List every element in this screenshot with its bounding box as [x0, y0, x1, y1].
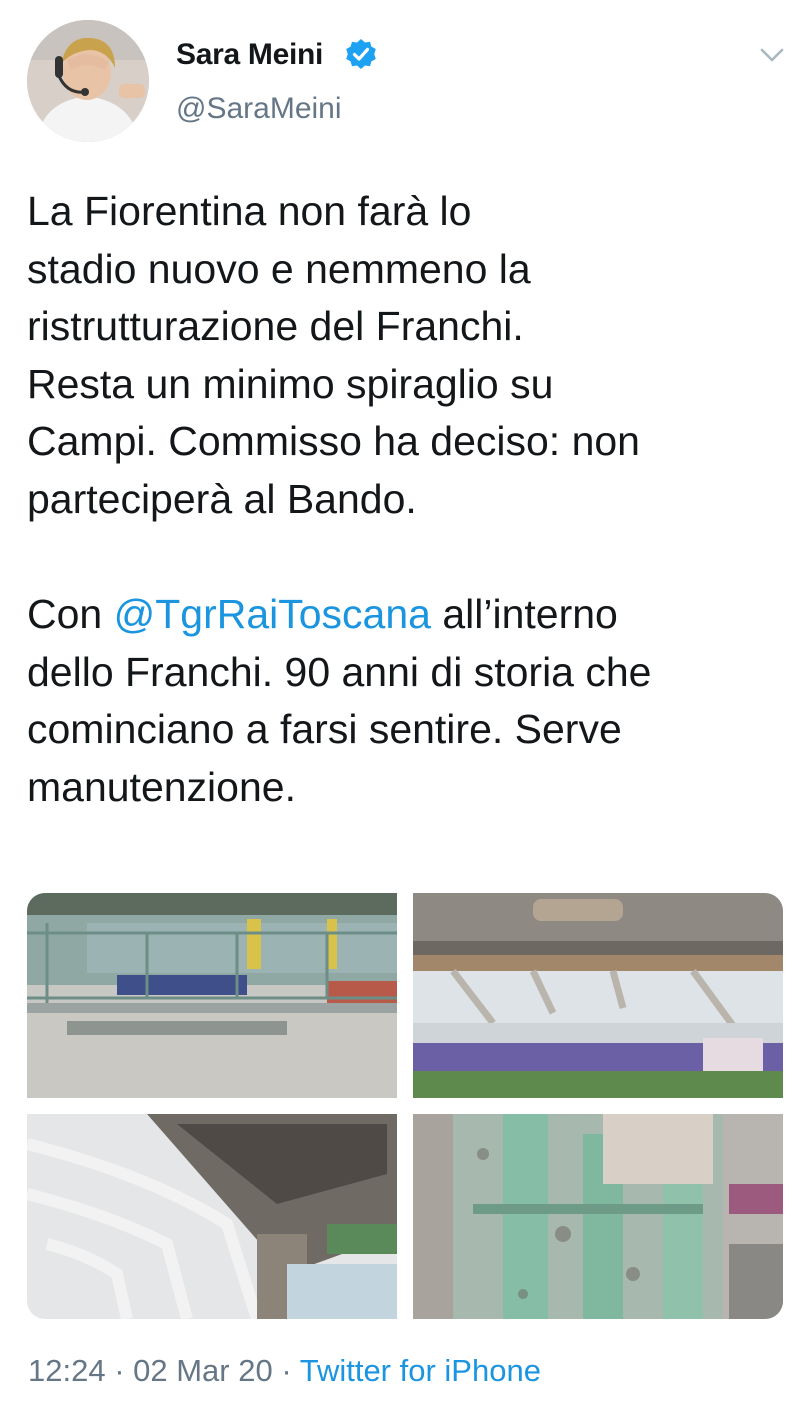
tweet-paragraph-1: La Fiorentina non farà lo stadio nuovo e… — [27, 188, 640, 522]
photo-concrete-beams[interactable] — [27, 1114, 397, 1319]
avatar[interactable] — [27, 20, 149, 142]
media-grid — [27, 893, 783, 1319]
mention-link[interactable]: @TgrRaiToscana — [114, 591, 431, 637]
photo-stadium-terrace[interactable] — [27, 893, 397, 1098]
tweet-time: 12:24 — [28, 1353, 106, 1388]
author-name[interactable]: Sara Meini — [176, 38, 323, 72]
tweet-date: 02 Mar 20 — [133, 1353, 273, 1388]
tweet-paragraph-2: Con @TgrRaiToscana all’interno dello Fra… — [27, 586, 797, 816]
chevron-down-icon[interactable] — [757, 40, 787, 70]
tweet-text-segment: Con — [27, 591, 114, 638]
photo-stadium-roof[interactable] — [413, 893, 783, 1098]
author-handle[interactable]: @SaraMeini — [176, 92, 342, 126]
tweet-meta: 12:24 · 02 Mar 20 · Twitter for iPhone — [28, 1353, 541, 1389]
meta-separator: · — [272, 1353, 300, 1388]
meta-separator: · — [105, 1353, 134, 1388]
tweet-source-link[interactable]: Twitter for iPhone — [300, 1353, 541, 1388]
photo-corroded-pillar[interactable] — [413, 1114, 783, 1319]
tweet-text: La Fiorentina non farà lo stadio nuovo e… — [27, 183, 797, 817]
verified-badge-icon — [346, 39, 376, 69]
